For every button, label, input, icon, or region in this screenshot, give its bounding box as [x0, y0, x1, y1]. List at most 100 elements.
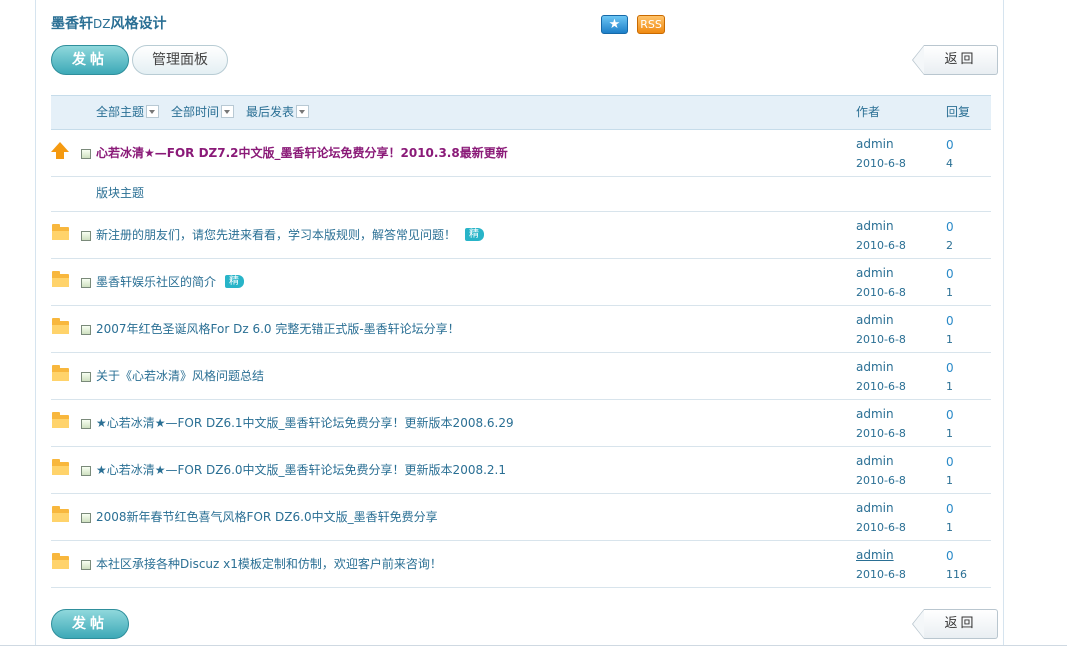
thread-row: 2007年红色圣诞风格For Dz 6.0 完整无错正式版-墨香轩论坛分享！ a… — [51, 306, 991, 353]
thread-date: 2010-6-8 — [856, 239, 906, 252]
thread-date: 2010-6-8 — [856, 427, 906, 440]
thread-author-link[interactable]: admin — [856, 407, 894, 421]
folder-icon — [52, 224, 69, 240]
filter-all-time-label: 全部时间 — [171, 105, 220, 119]
thread-date: 2010-6-8 — [856, 521, 906, 534]
thread-replies-link[interactable]: 0 — [946, 549, 954, 563]
thread-views: 1 — [946, 380, 953, 393]
thread-author-link[interactable]: admin — [856, 454, 894, 468]
thread-date: 2010-6-8 — [856, 380, 906, 393]
thread-checkbox[interactable] — [81, 419, 91, 429]
new-post-button-top[interactable]: 发帖 — [51, 45, 129, 75]
thread-author-link[interactable]: admin — [856, 360, 894, 374]
digest-badge: 精 — [465, 228, 485, 241]
thread-author-link[interactable]: admin — [856, 548, 894, 562]
thread-views: 116 — [946, 568, 967, 581]
thread-row: 新注册的朋友们，请您先进来看看，学习本版规则，解答常见问题！精 admin 20… — [51, 212, 991, 259]
forum-title-dz: DZ — [93, 17, 111, 31]
thread-row: 2008新年春节红色喜气风格FOR DZ6.0中文版_墨香轩免费分享 admin… — [51, 494, 991, 541]
thread-checkbox[interactable] — [81, 560, 91, 570]
thread-replies-link[interactable]: 0 — [946, 361, 954, 375]
new-post-button-bottom[interactable]: 发帖 — [51, 609, 129, 639]
thread-title-link[interactable]: 心若冰清★—FOR DZ7.2中文版_墨香轩论坛免费分享！2010.3.8最新更… — [96, 130, 508, 176]
thread-author-link[interactable]: admin — [856, 501, 894, 515]
filter-last-post[interactable]: 最后发表 — [246, 96, 310, 129]
thread-row: 墨香轩娱乐社区的简介精 admin 2010-6-8 0 1 — [51, 259, 991, 306]
dropdown-arrow-icon — [296, 105, 310, 118]
thread-replies-link[interactable]: 0 — [946, 502, 954, 516]
forum-title-suffix: 风格设计 — [110, 16, 167, 32]
thread-replies-link[interactable]: 0 — [946, 314, 954, 328]
filter-last-post-label: 最后发表 — [246, 105, 295, 119]
thread-title-link[interactable]: 本社区承接各种Discuz x1模板定制和仿制，欢迎客户前来咨询！ — [96, 541, 442, 587]
thread-title-link[interactable]: 2007年红色圣诞风格For Dz 6.0 完整无错正式版-墨香轩论坛分享！ — [96, 306, 460, 352]
section-row: 版块主题 — [51, 177, 991, 212]
thread-author-link[interactable]: admin — [856, 313, 894, 327]
thread-author-link[interactable]: admin — [856, 137, 894, 151]
thread-date: 2010-6-8 — [856, 474, 906, 487]
dropdown-arrow-icon — [221, 105, 235, 118]
thread-views: 1 — [946, 521, 953, 534]
forum-title[interactable]: 墨香轩DZ风格设计 — [51, 13, 166, 33]
frame-border-left — [35, 0, 36, 646]
folder-icon — [52, 271, 69, 287]
frame-border-bottom — [0, 645, 1067, 646]
thread-checkbox[interactable] — [81, 278, 91, 288]
thread-checkbox[interactable] — [81, 372, 91, 382]
sticky-thread-row: 心若冰清★—FOR DZ7.2中文版_墨香轩论坛免费分享！2010.3.8最新更… — [51, 130, 991, 177]
thread-title-link[interactable]: 关于《心若冰清》风格问题总结 — [96, 353, 264, 399]
column-header-replies: 回复 — [946, 105, 971, 119]
back-button-top[interactable]: 返回 — [912, 45, 998, 75]
folder-icon — [52, 365, 69, 381]
folder-icon — [52, 318, 69, 334]
thread-title-link[interactable]: ★心若冰清★—FOR DZ6.1中文版_墨香轩论坛免费分享！更新版本2008.6… — [96, 400, 514, 446]
thread-views: 2 — [946, 239, 953, 252]
thread-date: 2010-6-8 — [856, 568, 906, 581]
rss-icon[interactable]: RSS — [637, 15, 665, 34]
thread-replies-link[interactable]: 0 — [946, 455, 954, 469]
thread-list: 全部主题 全部时间 最后发表 作者 回复 心若冰清★—FOR DZ7.2中文版_… — [51, 95, 991, 588]
thread-replies-link[interactable]: 0 — [946, 220, 954, 234]
thread-author-link[interactable]: admin — [856, 219, 894, 233]
thread-date: 2010-6-8 — [856, 286, 906, 299]
folder-icon — [52, 459, 69, 475]
thread-checkbox[interactable] — [81, 325, 91, 335]
thread-views: 4 — [946, 157, 953, 170]
thread-views: 1 — [946, 427, 953, 440]
thread-checkbox[interactable] — [81, 231, 91, 241]
thread-title-link[interactable]: ★心若冰清★—FOR DZ6.0中文版_墨香轩论坛免费分享！更新版本2008.2… — [96, 447, 506, 493]
thread-row: 本社区承接各种Discuz x1模板定制和仿制，欢迎客户前来咨询！ admin … — [51, 541, 991, 588]
admin-panel-button[interactable]: 管理面板 — [132, 45, 228, 75]
thread-replies-link[interactable]: 0 — [946, 138, 954, 152]
thread-date: 2010-6-8 — [856, 333, 906, 346]
thread-row: ★心若冰清★—FOR DZ6.1中文版_墨香轩论坛免费分享！更新版本2008.6… — [51, 400, 991, 447]
thread-title-text: 墨香轩娱乐社区的简介 — [96, 275, 217, 289]
thread-checkbox[interactable] — [81, 513, 91, 523]
digest-badge: 精 — [225, 275, 245, 288]
dropdown-arrow-icon — [146, 105, 160, 118]
frame-border-right — [1003, 0, 1004, 646]
filter-all-topics[interactable]: 全部主题 — [96, 96, 160, 129]
favorite-star-icon[interactable]: ★ — [601, 15, 628, 34]
thread-row: ★心若冰清★—FOR DZ6.0中文版_墨香轩论坛免费分享！更新版本2008.2… — [51, 447, 991, 494]
thread-checkbox[interactable] — [81, 466, 91, 476]
thread-title-text: 新注册的朋友们，请您先进来看看，学习本版规则，解答常见问题！ — [96, 228, 457, 242]
thread-checkbox[interactable] — [81, 149, 91, 159]
section-label: 版块主题 — [96, 186, 145, 200]
thread-title-link[interactable]: 墨香轩娱乐社区的简介精 — [96, 259, 245, 305]
thread-replies-link[interactable]: 0 — [946, 267, 954, 281]
thread-replies-link[interactable]: 0 — [946, 408, 954, 422]
folder-icon — [52, 506, 69, 522]
filter-all-topics-label: 全部主题 — [96, 105, 145, 119]
thread-author-link[interactable]: admin — [856, 266, 894, 280]
forum-title-prefix: 墨香轩 — [51, 16, 93, 32]
thread-row: 关于《心若冰清》风格问题总结 admin 2010-6-8 0 1 — [51, 353, 991, 400]
thread-views: 1 — [946, 333, 953, 346]
column-header-author: 作者 — [856, 105, 881, 119]
thread-title-link[interactable]: 2008新年春节红色喜气风格FOR DZ6.0中文版_墨香轩免费分享 — [96, 494, 438, 540]
back-button-bottom[interactable]: 返回 — [912, 609, 998, 639]
folder-icon — [52, 412, 69, 428]
thread-views: 1 — [946, 286, 953, 299]
thread-title-link[interactable]: 新注册的朋友们，请您先进来看看，学习本版规则，解答常见问题！ 精 — [96, 212, 485, 258]
filter-all-time[interactable]: 全部时间 — [171, 96, 235, 129]
